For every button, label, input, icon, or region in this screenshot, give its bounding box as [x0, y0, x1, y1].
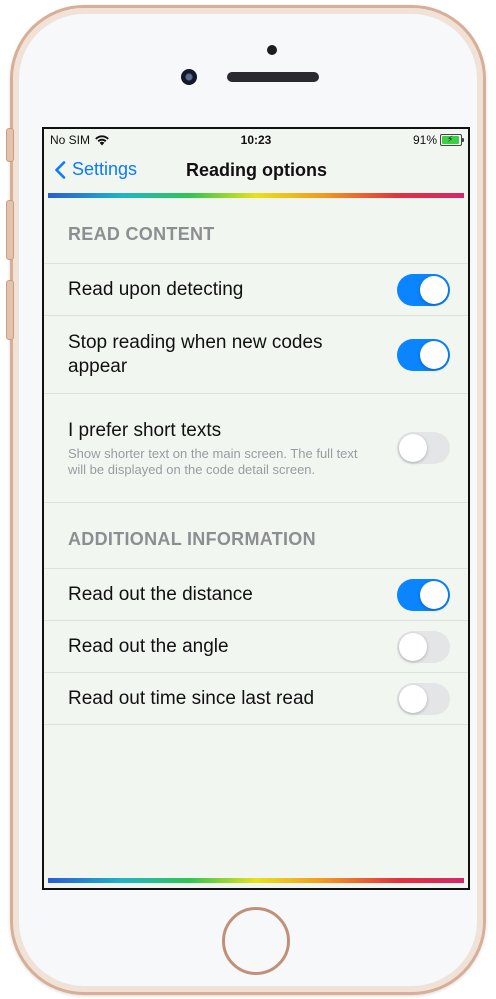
- settings-list: READ CONTENT Read upon detecting Stop re…: [44, 198, 468, 725]
- front-camera-icon: [181, 69, 197, 85]
- row-read-distance: Read out the distance: [44, 569, 468, 621]
- row-label: Stop reading when new codes appear: [68, 331, 323, 377]
- toggle-read-time-since-last[interactable]: [397, 682, 450, 715]
- battery-percent: 91%: [412, 133, 437, 147]
- toggle-prefer-short-texts[interactable]: [397, 432, 450, 464]
- back-button[interactable]: Settings: [54, 159, 137, 180]
- toggle-read-upon-detecting[interactable]: [397, 273, 450, 306]
- toggle-stop-reading-new-codes[interactable]: [397, 338, 450, 371]
- row-label: I prefer short texts: [68, 419, 222, 441]
- status-right: 91% ⚡: [412, 133, 464, 147]
- row-label: Read out the distance: [68, 583, 253, 605]
- row-prefer-short-texts: I prefer short texts Show shorter text o…: [44, 394, 468, 503]
- home-button[interactable]: [222, 907, 290, 975]
- earpiece-speaker: [227, 72, 319, 82]
- navigation-bar: Settings Reading options: [44, 151, 468, 191]
- status-time: 10:23: [240, 133, 272, 147]
- row-read-upon-detecting: Read upon detecting: [44, 264, 468, 316]
- volume-up-button: [6, 200, 14, 260]
- status-bar: No SIM 10:23 91% ⚡: [44, 129, 468, 151]
- volume-down-button: [6, 280, 14, 340]
- row-read-angle: Read out the angle: [44, 621, 468, 673]
- row-label: Read out the angle: [68, 635, 229, 657]
- row-stop-reading-new-codes: Stop reading when new codes appear: [44, 316, 468, 394]
- row-label: Read upon detecting: [68, 278, 244, 300]
- row-label: Read out time since last read: [68, 687, 315, 709]
- battery-icon: ⚡: [440, 134, 464, 146]
- row-description: Show shorter text on the main screen. Th…: [68, 445, 358, 477]
- page-title: Reading options: [186, 160, 327, 180]
- back-label: Settings: [72, 159, 138, 179]
- toggle-read-distance[interactable]: [397, 578, 450, 611]
- section-header-read-content: READ CONTENT: [44, 198, 468, 264]
- section-header-additional-information: ADDITIONAL INFORMATION: [44, 503, 468, 569]
- chevron-left-icon: [55, 160, 66, 179]
- screen: No SIM 10:23 91% ⚡ Settings Reading opti…: [42, 127, 470, 890]
- mute-switch: [6, 128, 14, 162]
- toggle-read-angle[interactable]: [397, 630, 450, 663]
- rainbow-divider-bottom: [48, 878, 464, 883]
- proximity-sensor: [267, 45, 277, 55]
- row-read-time-since-last: Read out time since last read: [44, 673, 468, 725]
